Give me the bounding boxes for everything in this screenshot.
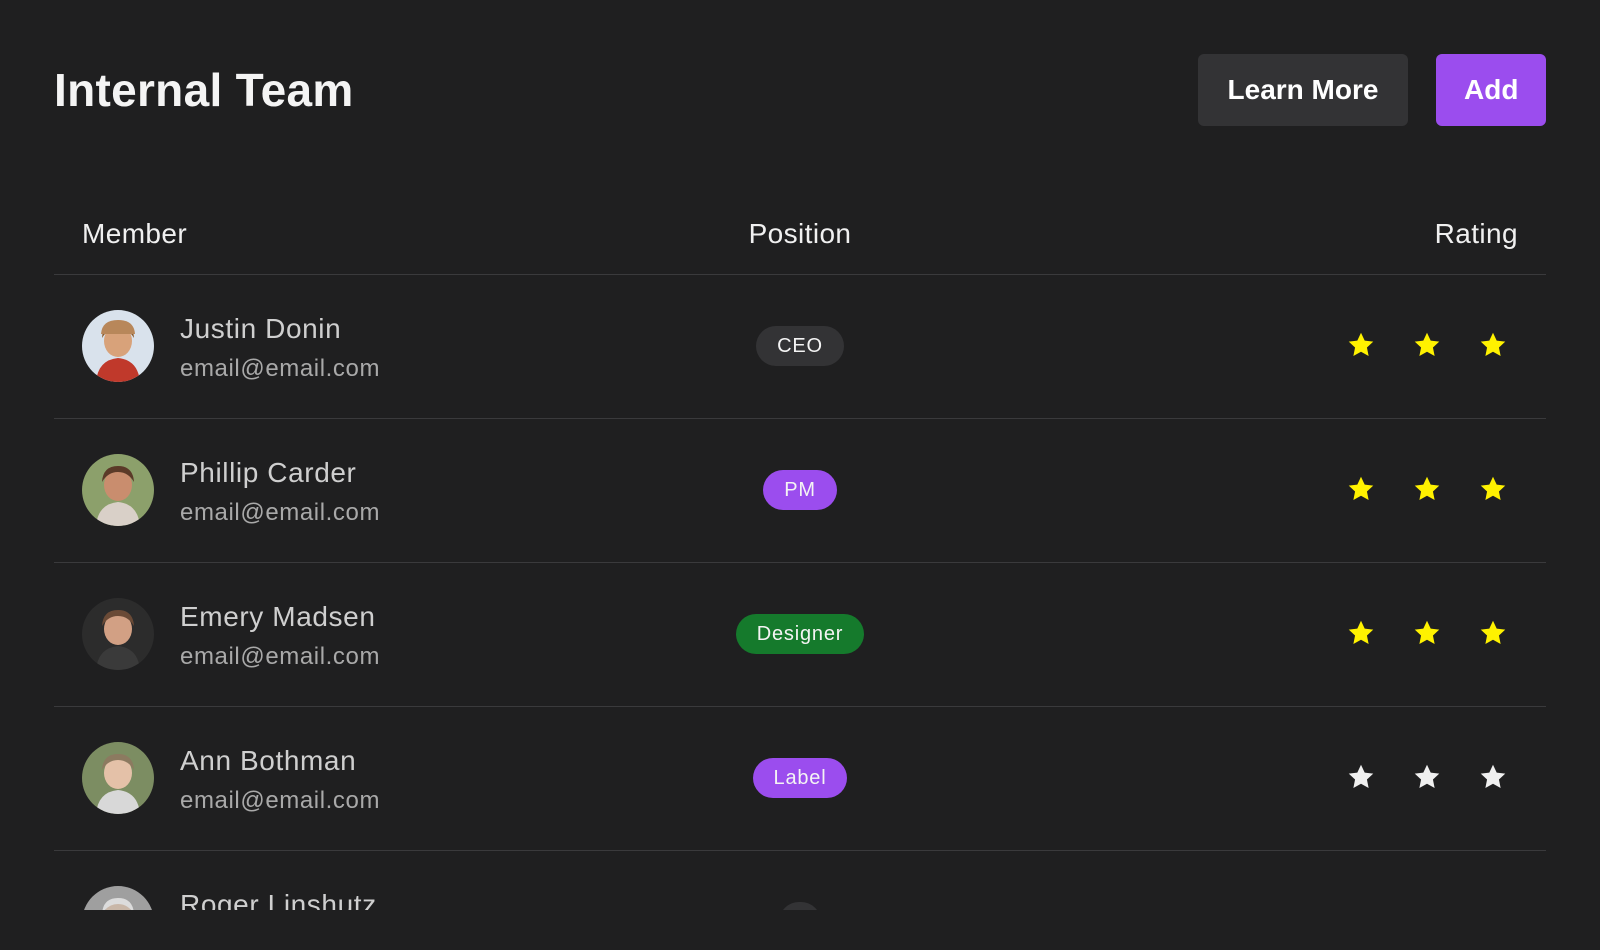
team-table: Member Position Rating Justin Donin email…	[54, 198, 1546, 910]
star-icon[interactable]	[1346, 474, 1376, 504]
star-icon[interactable]	[1478, 618, 1508, 648]
add-button[interactable]: Add	[1436, 54, 1546, 126]
table-row[interactable]: Justin Donin email@email.com CEO	[54, 275, 1546, 419]
rating-stars	[1346, 330, 1508, 360]
column-header-rating: Rating	[1434, 218, 1518, 249]
position-badge: Designer	[735, 614, 865, 654]
position-badge: CEO	[756, 326, 844, 366]
table-row[interactable]: Emery Madsen email@email.com Designer	[54, 563, 1546, 707]
table-header: Member Position Rating	[54, 198, 1546, 275]
star-icon[interactable]	[1478, 762, 1508, 792]
star-icon[interactable]	[1346, 762, 1376, 792]
column-header-position: Position	[748, 218, 852, 249]
star-icon[interactable]	[1412, 618, 1442, 648]
page-title: Internal Team	[54, 64, 354, 116]
position-badge: PM	[763, 470, 837, 510]
rating-stars	[1346, 618, 1508, 648]
table-body: Justin Donin email@email.com CEO Phillip C…	[54, 275, 1546, 910]
table-row[interactable]: Roger Linshutz	[54, 851, 1546, 910]
star-icon[interactable]	[1412, 330, 1442, 360]
position-badge	[779, 902, 821, 910]
table-row[interactable]: Ann Bothman email@email.com Label	[54, 707, 1546, 851]
star-icon[interactable]	[1412, 474, 1442, 504]
rating-stars	[1346, 762, 1508, 792]
star-icon[interactable]	[1346, 330, 1376, 360]
position-cell: Designer	[54, 614, 1546, 654]
star-icon[interactable]	[1346, 618, 1376, 648]
header-actions: Learn More Add	[1198, 54, 1546, 126]
header: Internal Team Learn More Add	[54, 54, 1546, 126]
learn-more-button[interactable]: Learn More	[1198, 54, 1408, 126]
position-cell: PM	[54, 470, 1546, 510]
internal-team-page: Internal Team Learn More Add Member Posi…	[0, 0, 1600, 950]
position-cell	[54, 902, 1546, 910]
position-badge: Label	[752, 758, 848, 798]
position-cell: Label	[54, 758, 1546, 798]
star-icon[interactable]	[1478, 474, 1508, 504]
table-row[interactable]: Phillip Carder email@email.com PM	[54, 419, 1546, 563]
rating-stars	[1346, 474, 1508, 504]
position-cell: CEO	[54, 326, 1546, 366]
star-icon[interactable]	[1478, 330, 1508, 360]
star-icon[interactable]	[1412, 762, 1442, 792]
